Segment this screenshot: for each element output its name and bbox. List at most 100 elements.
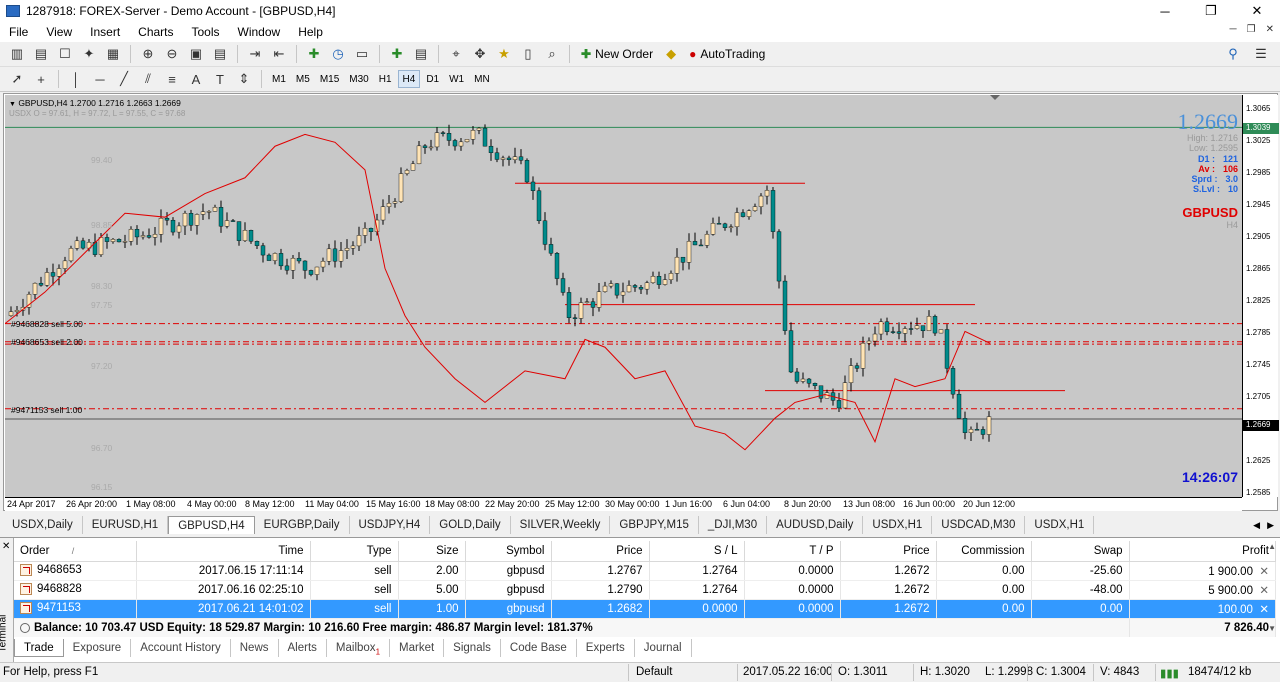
window-icon[interactable]: ▯ (517, 44, 539, 64)
horizontal-line-icon[interactable]: ─ (89, 69, 111, 89)
chart-tab-dji-m30[interactable]: _DJI,M30 (699, 516, 768, 534)
table-row-selected[interactable]: 9471153 2017.06.21 14:01:02 sell 1.00 gb… (14, 599, 1276, 619)
chart-tab-usdx-h1-2[interactable]: USDX,H1 (1025, 516, 1095, 534)
scroll-up-icon[interactable]: ▲ (1268, 542, 1276, 551)
menu-view[interactable]: View (37, 25, 81, 39)
col-current-price[interactable]: Price (840, 541, 937, 562)
favorites-icon[interactable]: ★ (493, 44, 515, 64)
chart-tab-usdjpy-h4[interactable]: USDJPY,H4 (350, 516, 431, 534)
new-order-button[interactable]: ✚ New Order (576, 44, 658, 64)
chart-tab-audusd-daily[interactable]: AUDUSD,Daily (767, 516, 864, 534)
timeframe-h1[interactable]: H1 (375, 70, 396, 88)
menu-file[interactable]: File (0, 25, 37, 39)
tab-scroll-left-icon[interactable]: ◀ (1253, 520, 1260, 531)
chart-shift-icon[interactable]: ⇥ (244, 44, 266, 64)
tab-experts[interactable]: Experts (577, 639, 635, 657)
search-icon[interactable]: ⚲ (1222, 44, 1244, 64)
vertical-line-icon[interactable]: │ (65, 69, 87, 89)
col-sl[interactable]: S / L (649, 541, 745, 562)
collapse-icon[interactable]: ▼ (9, 101, 16, 108)
col-type[interactable]: Type (310, 541, 399, 562)
order-label-9468653[interactable]: #9468653 sell 2.00 (11, 337, 83, 347)
chart-tab-gold-daily[interactable]: GOLD,Daily (430, 516, 511, 534)
autotrading-button[interactable]: ● AutoTrading (684, 44, 770, 64)
move-icon[interactable]: ✥ (469, 44, 491, 64)
tab-market[interactable]: Market (390, 639, 445, 657)
chart-tab-eurgbp-daily[interactable]: EURGBP,Daily (255, 516, 350, 534)
col-swap[interactable]: Swap (1031, 541, 1130, 562)
tab-exposure[interactable]: Exposure (64, 639, 132, 657)
order-label-9468828[interactable]: #9468828 sell 5.00 (11, 319, 83, 329)
col-commission[interactable]: Commission (936, 541, 1032, 562)
tab-alerts[interactable]: Alerts (279, 639, 327, 657)
timeframe-w1[interactable]: W1 (445, 70, 468, 88)
tab-journal[interactable]: Journal (635, 639, 692, 657)
candlestick-chart[interactable] (5, 95, 1242, 497)
time-axis[interactable]: 24 Apr 2017 26 Apr 20:00 1 May 08:00 4 M… (5, 497, 1242, 511)
mdi-close-icon[interactable]: ✕ (1266, 24, 1274, 35)
metaeditor-icon[interactable]: ◆ (660, 44, 682, 64)
window-list-icon[interactable]: ▤ (410, 44, 432, 64)
tab-account-history[interactable]: Account History (131, 639, 231, 657)
minimize-button[interactable]: ─ (1142, 0, 1188, 22)
table-row[interactable]: 9468828 2017.06.16 02:25:10 sell 5.00 gb… (14, 580, 1276, 600)
search-chart-icon[interactable]: ⌕ (541, 44, 563, 64)
menu-insert[interactable]: Insert (81, 25, 129, 39)
tab-code-base[interactable]: Code Base (501, 639, 577, 657)
market-watch-icon[interactable]: ☐ (54, 44, 76, 64)
close-order-icon[interactable]: ✕ (1259, 566, 1269, 578)
equidistant-channel-icon[interactable]: ⫽ (137, 69, 159, 89)
chart-properties-icon[interactable]: ▤ (209, 44, 231, 64)
timeframe-m30[interactable]: M30 (345, 70, 372, 88)
tile-windows-icon[interactable]: ▣ (185, 44, 207, 64)
mdi-restore-icon[interactable]: ❐ (1247, 24, 1256, 35)
text-icon[interactable]: A (185, 69, 207, 89)
templates-icon[interactable]: ▭ (351, 44, 373, 64)
connection-icon[interactable]: ▮▮▮ (1160, 666, 1179, 680)
arrows-icon[interactable]: ⇕ (233, 69, 255, 89)
tab-news[interactable]: News (231, 639, 279, 657)
terminal-close-icon[interactable]: ✕ (2, 541, 10, 552)
chart-tab-gbpusd-h4[interactable]: GBPUSD,H4 (168, 516, 255, 534)
text-label-icon[interactable]: T (209, 69, 231, 89)
chart-tab-usdx-h1[interactable]: USDX,H1 (863, 516, 933, 534)
new-order-icon-small[interactable]: ✚ (386, 44, 408, 64)
timeframe-h4[interactable]: H4 (397, 70, 421, 88)
autoscroll-icon[interactable]: ⇤ (268, 44, 290, 64)
periodicity-icon[interactable]: ◷ (327, 44, 349, 64)
maximize-button[interactable]: ❐ (1188, 0, 1234, 22)
tab-scroll-right-icon[interactable]: ▶ (1267, 520, 1274, 531)
col-tp[interactable]: T / P (744, 541, 841, 562)
table-row[interactable]: 9468653 2017.06.15 17:11:14 sell 2.00 gb… (14, 561, 1276, 581)
timeframe-m5[interactable]: M5 (292, 70, 314, 88)
menu-help[interactable]: Help (289, 25, 332, 39)
order-label-9471153[interactable]: #9471153 sell 1.00 (11, 405, 82, 415)
add-indicator-icon[interactable]: ✚ (303, 44, 325, 64)
close-button[interactable]: ✕ (1234, 0, 1280, 22)
timeframe-mn[interactable]: MN (470, 70, 494, 88)
profiles-icon[interactable]: ▤ (30, 44, 52, 64)
chart-tab-gbpjpy-m15[interactable]: GBPJPY,M15 (610, 516, 699, 534)
menu-tools[interactable]: Tools (183, 25, 229, 39)
data-window-icon[interactable]: ▦ (102, 44, 124, 64)
chart-window[interactable]: ▼ GBPUSD,H4 1.2700 1.2716 1.2663 1.2669 … (3, 93, 1279, 511)
zoom-in-icon[interactable]: ⊕ (137, 44, 159, 64)
fibonacci-icon[interactable]: ≡ (161, 69, 183, 89)
scroll-down-icon[interactable]: ▼ (1268, 624, 1276, 633)
crosshair-icon[interactable]: ⌖ (445, 44, 467, 64)
price-axis[interactable]: 1.3065 1.3025 1.2985 1.2945 1.2905 1.286… (1242, 95, 1279, 497)
tab-trade[interactable]: Trade (14, 639, 64, 657)
community-icon[interactable]: ☰ (1250, 44, 1272, 64)
chart-tab-usdcad-m30[interactable]: USDCAD,M30 (932, 516, 1026, 534)
new-chart-icon[interactable]: ▥ (6, 44, 28, 64)
navigator-icon[interactable]: ✦ (78, 44, 100, 64)
timeframe-m1[interactable]: M1 (268, 70, 290, 88)
timeframe-d1[interactable]: D1 (422, 70, 443, 88)
chart-tab-eurusd-h1[interactable]: EURUSD,H1 (83, 516, 169, 534)
chart-tab-silver-weekly[interactable]: SILVER,Weekly (511, 516, 611, 534)
zoom-out-icon[interactable]: ⊖ (161, 44, 183, 64)
col-price[interactable]: Price (551, 541, 650, 562)
col-time[interactable]: Time (136, 541, 311, 562)
crosshair-tool-icon[interactable]: + (30, 69, 52, 89)
col-order[interactable]: Order / (14, 541, 137, 562)
